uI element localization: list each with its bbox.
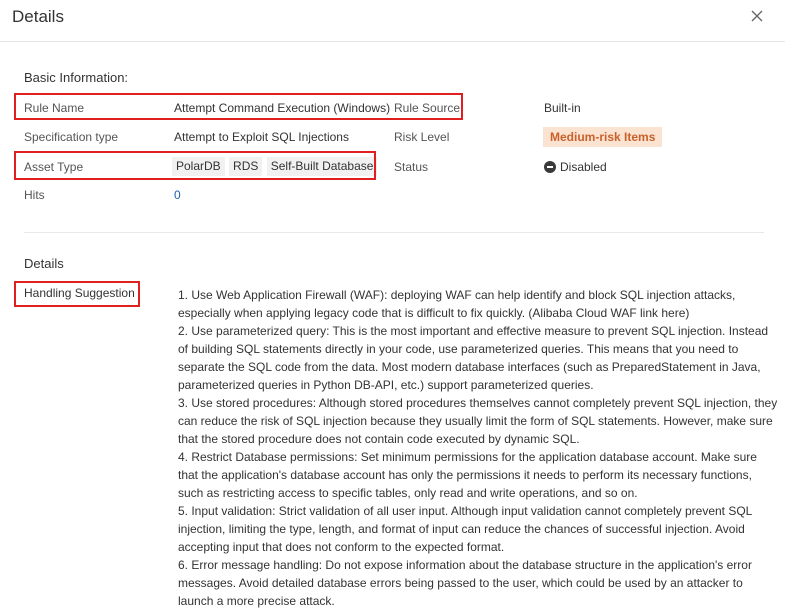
suggestion-item: 5. Input validation: Strict validation o… — [178, 504, 752, 554]
suggestion-item: 6. Error message handling: Do not expose… — [178, 558, 752, 608]
suggestion-item: 4. Restrict Database permissions: Set mi… — [178, 450, 757, 500]
handling-suggestion-text: 1. Use Web Application Firewall (WAF): d… — [178, 286, 778, 610]
section-divider — [24, 232, 764, 233]
basic-info-title: Basic Information: — [24, 70, 129, 85]
status-label: Status — [394, 160, 429, 174]
close-icon — [751, 10, 763, 22]
spec-type-value: Attempt to Exploit SQL Injections — [174, 130, 349, 144]
hits-value: 0 — [174, 188, 181, 202]
suggestion-item: 2. Use parameterized query: This is the … — [178, 324, 769, 392]
disabled-status-icon — [544, 161, 556, 173]
status-value: Disabled — [560, 160, 607, 174]
dialog-title: Details — [12, 7, 64, 26]
hits-label: Hits — [24, 188, 45, 202]
suggestion-item: 1. Use Web Application Firewall (WAF): d… — [178, 288, 736, 320]
spec-type-label: Specification type — [24, 130, 119, 144]
status-value-wrap: Disabled — [544, 159, 607, 175]
close-button[interactable] — [747, 6, 767, 26]
details-title: Details — [24, 256, 64, 271]
dialog-body: Basic Information: Rule Name Attempt Com… — [0, 42, 785, 616]
risk-level-label: Risk Level — [394, 130, 450, 144]
highlight-handling-suggestion — [14, 281, 140, 307]
highlight-rule-name — [14, 93, 463, 120]
suggestion-item: 3. Use stored procedures: Although store… — [178, 396, 778, 446]
risk-level-badge: Medium-risk Items — [543, 127, 663, 147]
dialog-header: Details — [0, 0, 785, 42]
rule-source-value: Built-in — [544, 101, 581, 115]
highlight-asset-type — [14, 151, 376, 180]
